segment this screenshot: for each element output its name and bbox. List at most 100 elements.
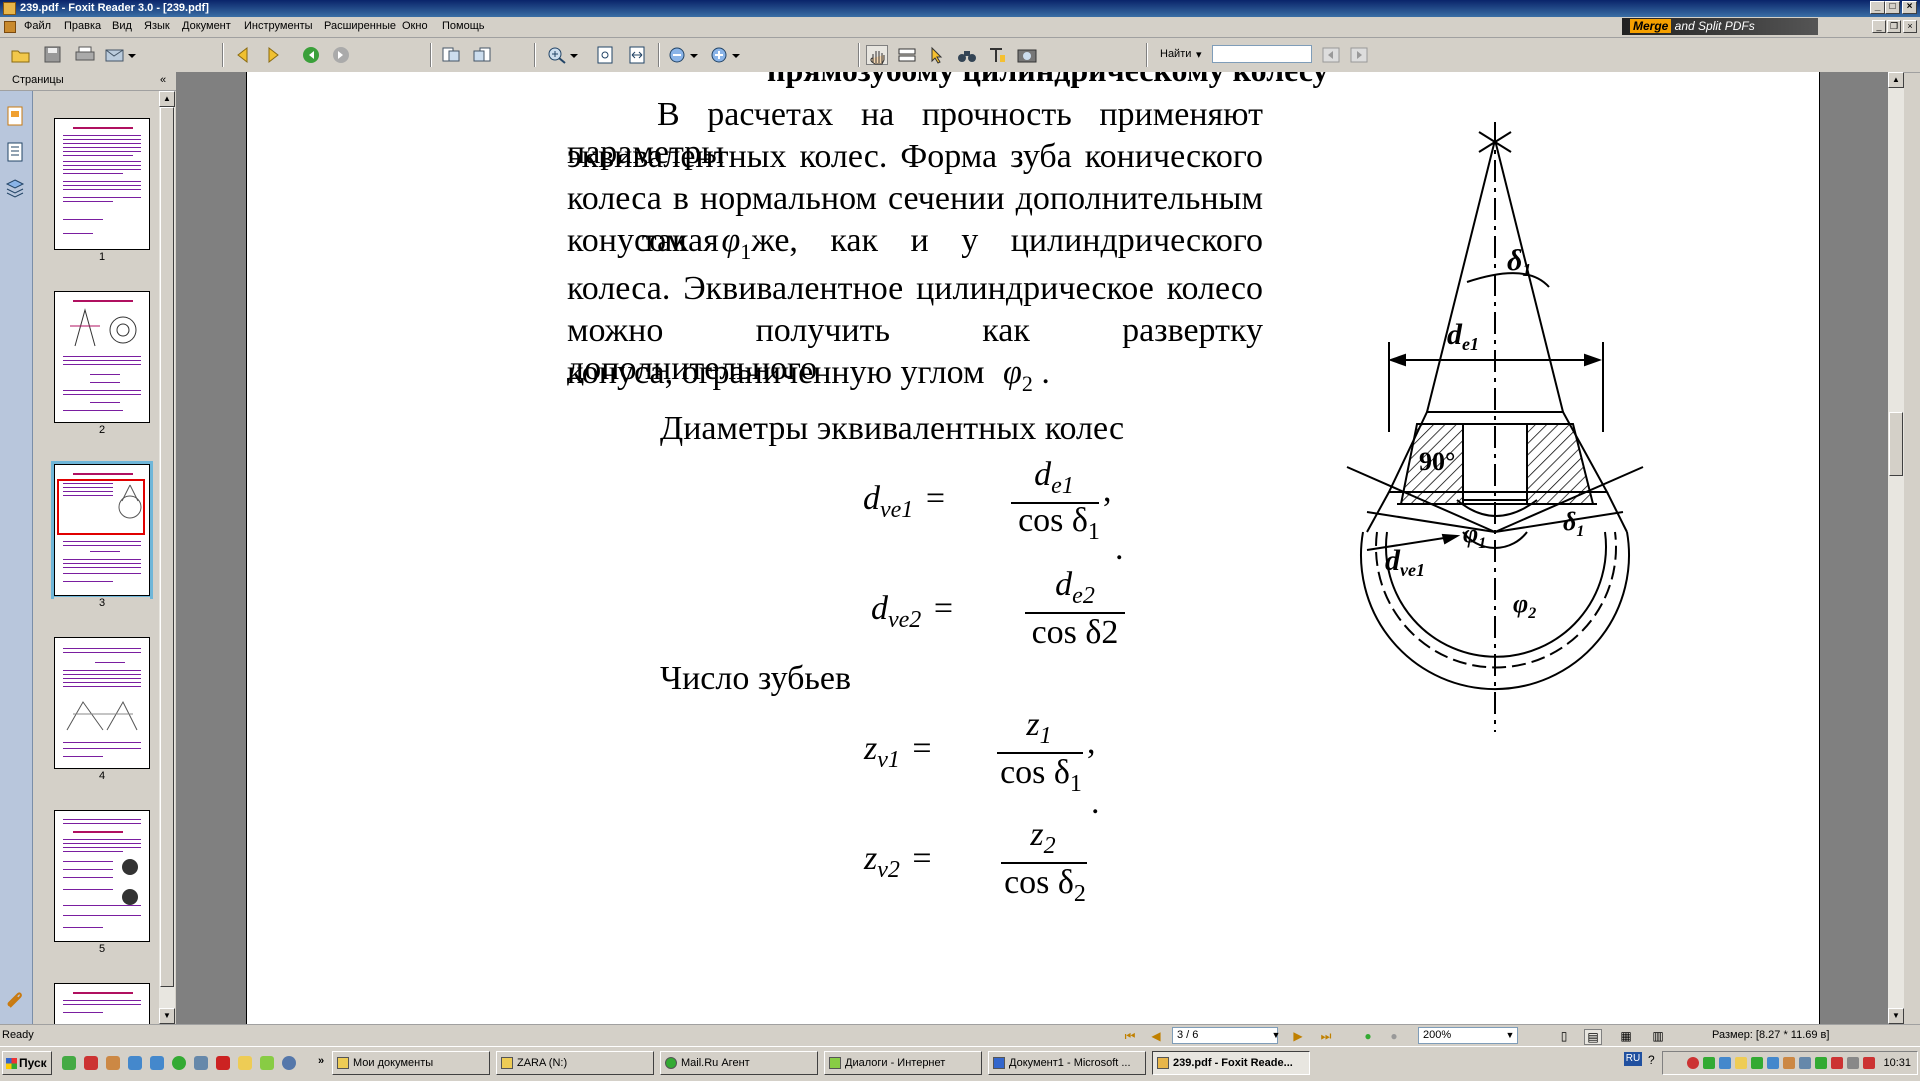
select-text-icon[interactable]: [896, 45, 918, 65]
doc-minimize-button[interactable]: _: [1872, 20, 1886, 33]
quicklaunch-icon[interactable]: [128, 1056, 142, 1070]
task-word-document[interactable]: Документ1 - Microsoft ...: [988, 1051, 1146, 1075]
rotate-left-icon[interactable]: [440, 45, 462, 65]
previous-page-icon[interactable]: [232, 45, 254, 65]
tray-icon[interactable]: [1719, 1057, 1731, 1069]
maximize-button[interactable]: □: [1885, 1, 1900, 14]
last-page-icon[interactable]: ⏭: [1318, 1029, 1334, 1043]
forward-view-icon[interactable]: ●: [1386, 1029, 1402, 1043]
continuous-facing-icon[interactable]: ▥: [1650, 1029, 1666, 1043]
zoom-out-icon[interactable]: [666, 45, 688, 65]
quicklaunch-icon[interactable]: [260, 1056, 274, 1070]
find-input[interactable]: [1212, 45, 1312, 63]
first-page-icon[interactable]: ⏮: [1122, 1029, 1138, 1043]
next-page-status-icon[interactable]: ▶: [1290, 1029, 1306, 1043]
rotate-right-icon[interactable]: [472, 45, 494, 65]
menu-language[interactable]: Язык: [144, 20, 170, 32]
find-previous-icon[interactable]: [1320, 45, 1342, 65]
scroll-down-icon[interactable]: ▼: [159, 1008, 175, 1024]
typewriter-icon[interactable]: [986, 45, 1008, 65]
collapse-panel-icon[interactable]: «: [160, 74, 166, 86]
quicklaunch-icon[interactable]: [150, 1056, 164, 1070]
menu-view[interactable]: Вид: [112, 20, 132, 32]
page-thumbnail-1[interactable]: [54, 118, 150, 250]
fit-page-icon[interactable]: [594, 45, 616, 65]
find-options-icon[interactable]: ▾: [1196, 48, 1202, 61]
attachments-tab-icon[interactable]: [4, 989, 26, 1013]
page-thumbnail-5[interactable]: [54, 810, 150, 942]
quicklaunch-more-icon[interactable]: »: [318, 1055, 324, 1067]
task-mailru-agent[interactable]: Mail.Ru Агент: [660, 1051, 818, 1075]
prev-page-icon[interactable]: ◀: [1148, 1029, 1164, 1043]
hand-tool-icon[interactable]: [866, 45, 888, 65]
start-button[interactable]: Пуск: [2, 1051, 52, 1075]
document-scrollbar[interactable]: ▲ ▼: [1888, 72, 1904, 1024]
help-icon[interactable]: ?: [1648, 1053, 1655, 1067]
menu-tools[interactable]: Инструменты: [244, 20, 313, 32]
task-zara-drive[interactable]: ZARA (N:): [496, 1051, 654, 1075]
close-button[interactable]: ×: [1902, 1, 1917, 14]
menu-help[interactable]: Помощь: [442, 20, 485, 32]
quicklaunch-icon[interactable]: [172, 1056, 186, 1070]
document-viewport[interactable]: прямозубому цилиндрическому колесу В рас…: [176, 72, 1904, 1024]
tray-icon[interactable]: [1863, 1057, 1875, 1069]
page-thumbnail-2[interactable]: [54, 291, 150, 423]
pages-tab-icon[interactable]: [4, 105, 26, 129]
quicklaunch-icon[interactable]: [62, 1056, 76, 1070]
layers-tab-icon[interactable]: [4, 177, 26, 201]
page-thumbnail-3[interactable]: [51, 461, 153, 599]
clock[interactable]: 10:31: [1883, 1057, 1911, 1069]
volume-icon[interactable]: [1847, 1057, 1859, 1069]
go-back-icon[interactable]: [300, 45, 322, 65]
zoom-in-plus-icon[interactable]: [708, 45, 730, 65]
zoom-out-dropdown-icon[interactable]: [688, 45, 700, 65]
scroll-thumb[interactable]: [160, 107, 174, 987]
next-page-icon[interactable]: [262, 45, 284, 65]
find-binoculars-icon[interactable]: [956, 45, 978, 65]
quicklaunch-icon[interactable]: [282, 1056, 296, 1070]
quicklaunch-icon[interactable]: [194, 1056, 208, 1070]
doc-scroll-thumb[interactable]: [1889, 412, 1903, 476]
find-next-icon[interactable]: [1348, 45, 1370, 65]
select-cursor-icon[interactable]: [926, 45, 948, 65]
menu-edit[interactable]: Правка: [64, 20, 101, 32]
tray-icon[interactable]: [1783, 1057, 1795, 1069]
menu-file[interactable]: Файл: [24, 20, 51, 32]
page-thumbnail-6[interactable]: [54, 983, 150, 1024]
tray-icon[interactable]: [1799, 1057, 1811, 1069]
zoom-in-dropdown-icon[interactable]: [730, 45, 742, 65]
email-icon[interactable]: [104, 45, 126, 65]
tray-icon[interactable]: [1735, 1057, 1747, 1069]
doc-close-button[interactable]: ×: [1903, 20, 1917, 33]
zoom-level-dropdown-icon[interactable]: ▼: [1502, 1028, 1518, 1042]
bookmarks-tab-icon[interactable]: [4, 141, 26, 165]
minimize-button[interactable]: _: [1870, 1, 1885, 14]
print-icon[interactable]: [74, 45, 96, 65]
doc-scroll-up-icon[interactable]: ▲: [1888, 72, 1904, 88]
menu-advanced[interactable]: Расширенные: [324, 20, 396, 32]
single-page-icon[interactable]: ▯: [1556, 1029, 1572, 1043]
save-icon[interactable]: [42, 45, 64, 65]
continuous-page-icon[interactable]: ▤: [1584, 1029, 1602, 1045]
menu-window[interactable]: Окно: [402, 20, 428, 32]
go-forward-icon[interactable]: [330, 45, 352, 65]
document-icon[interactable]: [4, 21, 16, 33]
language-indicator[interactable]: RU: [1624, 1052, 1642, 1066]
thumbnails-scrollbar[interactable]: ▲ ▼: [159, 91, 175, 1024]
task-my-documents[interactable]: Мои документы: [332, 1051, 490, 1075]
open-icon[interactable]: [10, 45, 32, 65]
doc-scroll-down-icon[interactable]: ▼: [1888, 1008, 1904, 1024]
fit-width-icon[interactable]: [626, 45, 648, 65]
quicklaunch-icon[interactable]: [216, 1056, 230, 1070]
back-view-icon[interactable]: ●: [1360, 1029, 1376, 1043]
tray-icon[interactable]: [1815, 1057, 1827, 1069]
facing-page-icon[interactable]: ▦: [1618, 1029, 1634, 1043]
scroll-up-icon[interactable]: ▲: [159, 91, 175, 107]
email-dropdown-icon[interactable]: [126, 45, 138, 65]
tray-icon[interactable]: [1703, 1057, 1715, 1069]
tray-icon[interactable]: [1767, 1057, 1779, 1069]
quicklaunch-icon[interactable]: [238, 1056, 252, 1070]
ad-banner[interactable]: Merge and Split PDFs: [1622, 18, 1818, 35]
zoom-in-icon[interactable]: [546, 45, 568, 65]
quicklaunch-icon[interactable]: [106, 1056, 120, 1070]
